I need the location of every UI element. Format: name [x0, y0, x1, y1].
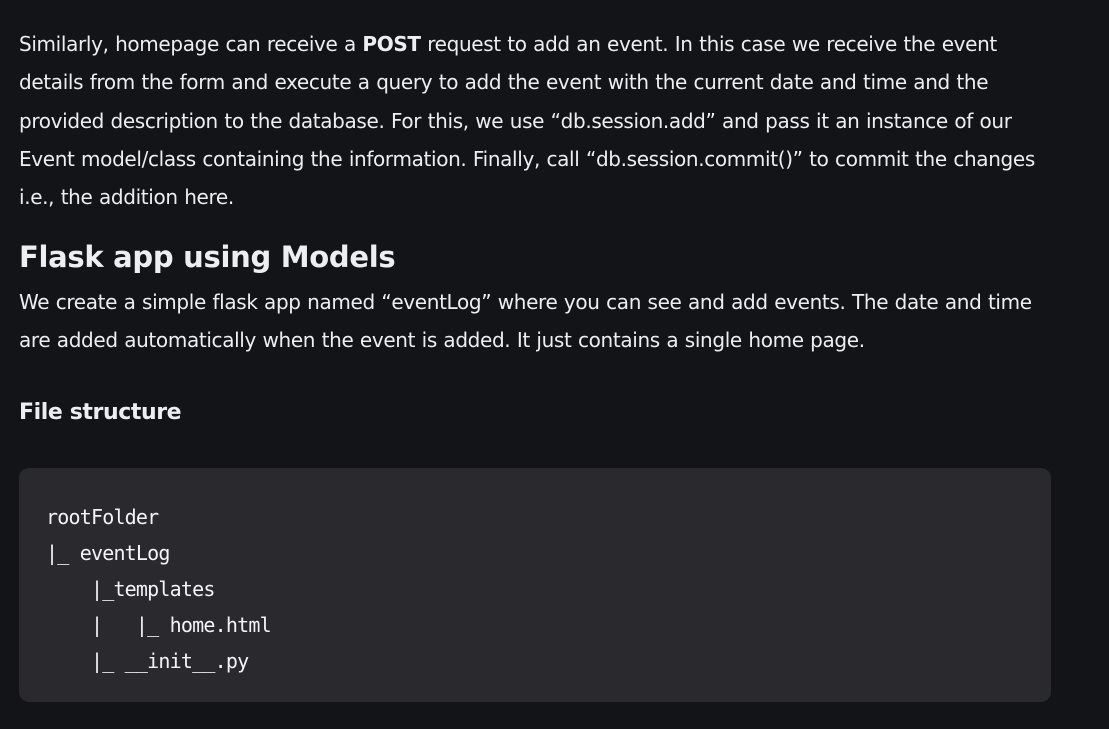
paragraph-post-request: Similarly, homepage can receive a POST r…: [19, 25, 1059, 216]
bold-post-keyword: POST: [362, 32, 421, 56]
code-line: |_templates: [46, 577, 215, 601]
subsection-heading: File structure: [19, 400, 182, 425]
code-block-file-structure[interactable]: rootFolder |_ eventLog |_templates | |_ h…: [19, 468, 1051, 702]
code-line: |_ eventLog: [46, 541, 170, 565]
code-line: |_ __init__.py: [46, 649, 249, 673]
section-heading: Flask app using Models: [19, 240, 396, 274]
code-content[interactable]: rootFolder |_ eventLog |_templates | |_ h…: [46, 499, 272, 679]
paragraph-text-start: Similarly, homepage can receive a: [19, 32, 363, 56]
paragraph-app-description: We create a simple flask app named “even…: [19, 290, 1032, 353]
code-line: rootFolder: [46, 505, 159, 529]
paragraph-text-end: request to add an event. In this case we…: [19, 32, 1035, 210]
code-line: | |_ home.html: [46, 613, 272, 637]
